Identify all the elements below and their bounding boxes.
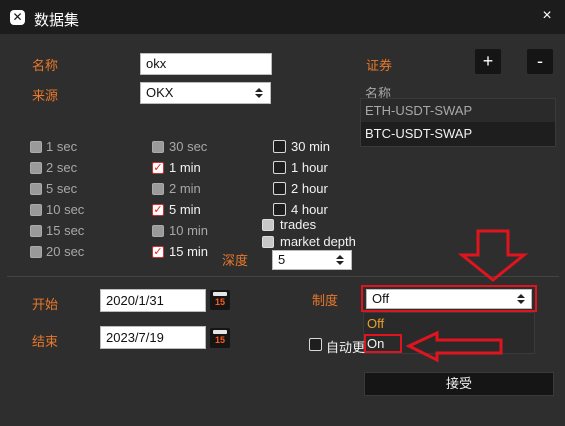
source-select[interactable]: OKX	[140, 82, 271, 104]
regime-select[interactable]: Off	[366, 289, 532, 309]
security-item-label: BTC-USDT-SWAP	[365, 126, 473, 141]
securities-list[interactable]: ETH-USDT-SWAP BTC-USDT-SWAP	[360, 98, 556, 147]
checkbox-5sec[interactable]	[30, 183, 42, 195]
updown-arrows-icon	[517, 294, 525, 304]
checkbox-1min-checked[interactable]: ✓	[152, 162, 164, 174]
end-date-input[interactable]: 2023/7/19	[100, 326, 206, 349]
name-input[interactable]: okx	[140, 53, 272, 75]
accept-button[interactable]: 接受	[364, 372, 554, 396]
source-value: OKX	[146, 85, 174, 100]
calendar-icon[interactable]: 15	[210, 290, 230, 310]
interval-label: 15 min	[169, 244, 209, 259]
security-item[interactable]: ETH-USDT-SWAP	[365, 103, 472, 118]
checkbox-4hour[interactable]	[273, 203, 286, 216]
interval-label: 10 min	[169, 223, 209, 238]
add-security-button[interactable]: +	[475, 49, 501, 74]
checkbox-market-depth[interactable]	[262, 236, 274, 248]
interval-label: 15 sec	[46, 223, 85, 238]
interval-label: 5 sec	[46, 181, 78, 196]
market-depth-label: market depth	[280, 234, 356, 249]
checkbox-1sec[interactable]	[30, 141, 42, 153]
window-title: 数据集	[34, 12, 80, 29]
checkbox-10sec[interactable]	[30, 204, 42, 216]
end-label: 结束	[32, 334, 59, 349]
calendar-icon[interactable]: 15	[210, 328, 230, 348]
app-icon: ✕	[10, 10, 25, 25]
interval-label: 5 min	[169, 202, 201, 217]
depth-label: 深度	[222, 253, 249, 268]
interval-label: 1 sec	[46, 139, 78, 154]
depth-value: 5	[278, 252, 286, 267]
security-item-selected[interactable]: BTC-USDT-SWAP	[361, 122, 555, 146]
checkbox-1hour[interactable]	[273, 161, 286, 174]
interval-label: 1 min	[169, 160, 201, 175]
interval-label: 2 min	[169, 181, 201, 196]
remove-security-button[interactable]: -	[527, 49, 553, 74]
securities-label: 证券	[366, 58, 393, 73]
checkbox-2hour[interactable]	[273, 182, 286, 195]
trades-label: trades	[280, 217, 317, 232]
auto-update-label: 自动更	[326, 340, 366, 355]
checkbox-20sec[interactable]	[30, 246, 42, 258]
interval-label: 2 hour	[291, 181, 328, 196]
arrow-left-annotation-icon	[405, 330, 503, 363]
checkbox-15sec[interactable]	[30, 225, 42, 237]
checkbox-2sec[interactable]	[30, 162, 42, 174]
regime-label: 制度	[312, 293, 339, 308]
checkbox-2min[interactable]	[152, 183, 164, 195]
source-label: 来源	[32, 88, 59, 103]
interval-label: 20 sec	[46, 244, 85, 259]
checkbox-trades[interactable]	[262, 219, 274, 231]
interval-label: 2 sec	[46, 160, 78, 175]
start-label: 开始	[32, 297, 59, 312]
arrow-down-annotation-icon	[458, 229, 528, 282]
start-date-input[interactable]: 2020/1/31	[100, 289, 206, 312]
interval-label: 4 hour	[291, 202, 328, 217]
regime-selected: Off	[372, 291, 390, 306]
interval-label: 10 sec	[46, 202, 85, 217]
calendar-day: 15	[214, 297, 225, 307]
checkbox-10min[interactable]	[152, 225, 164, 237]
regime-option-on[interactable]: On	[367, 336, 384, 351]
interval-label: 30 min	[291, 139, 331, 154]
regime-option-off[interactable]: Off	[367, 316, 384, 331]
checkbox-5min-checked[interactable]: ✓	[152, 204, 164, 216]
name-label: 名称	[32, 58, 59, 73]
checkbox-30sec[interactable]	[152, 141, 164, 153]
interval-label: 1 hour	[291, 160, 328, 175]
depth-stepper[interactable]: 5	[272, 250, 352, 270]
stepper-arrows-icon[interactable]	[335, 253, 345, 267]
checkbox-30min[interactable]	[273, 140, 286, 153]
calendar-day: 15	[214, 335, 225, 345]
updown-arrows-icon	[255, 88, 263, 98]
checkbox-auto-update[interactable]	[309, 338, 322, 351]
title-bar	[0, 0, 565, 34]
close-icon[interactable]: ×	[540, 7, 554, 25]
interval-label: 30 sec	[169, 139, 208, 154]
checkbox-15min-checked[interactable]: ✓	[152, 246, 164, 258]
